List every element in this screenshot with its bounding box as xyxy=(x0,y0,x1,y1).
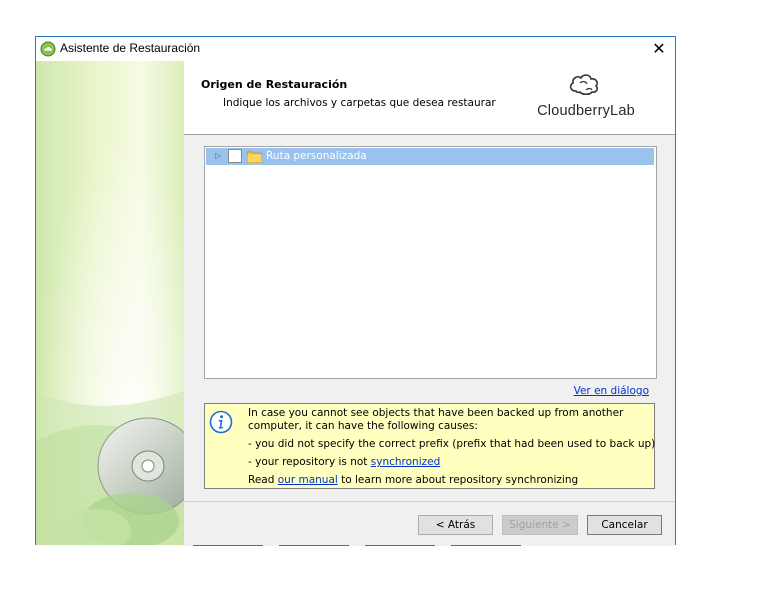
disc-illustration xyxy=(36,61,184,545)
expand-arrow-icon[interactable]: ▷ xyxy=(215,151,225,161)
wizard-sidebar-graphic xyxy=(36,61,184,545)
restore-source-tree[interactable]: ▷ Ruta personalizada xyxy=(204,146,657,379)
info-line-5-prefix: Read xyxy=(248,474,278,486)
wizard-footer: < Atrás Siguiente > Cancelar xyxy=(184,501,675,546)
info-line-2: computer, it can have the following caus… xyxy=(248,420,478,432)
page-title: Origen de Restauración xyxy=(201,78,348,91)
view-in-dialog-link[interactable]: Ver en diálogo xyxy=(574,385,649,397)
info-panel: In case you cannot see objects that have… xyxy=(204,403,655,489)
back-button[interactable]: < Atrás xyxy=(418,515,493,535)
info-line-4: - your repository is not synchronized xyxy=(248,456,440,468)
close-button[interactable]: ✕ xyxy=(643,37,675,61)
app-cloud-icon xyxy=(40,41,56,57)
restore-wizard-window: Asistente de Restauración ✕ Origen de Re… xyxy=(35,36,676,546)
taskbar-hint-4 xyxy=(451,545,521,546)
taskbar-hint-3 xyxy=(365,545,435,546)
info-icon xyxy=(209,410,233,434)
cloudberry-logo: CloudberryLab xyxy=(536,69,636,129)
tree-item-custom-path[interactable]: ▷ Ruta personalizada xyxy=(206,148,654,165)
info-line-1: In case you cannot see objects that have… xyxy=(248,407,624,419)
info-line-5-suffix: to learn more about repository synchroni… xyxy=(337,474,579,486)
logo-wordmark: CloudberryLab xyxy=(537,103,635,119)
taskbar-hint-1 xyxy=(193,545,263,546)
cancel-button[interactable]: Cancelar xyxy=(587,515,662,535)
taskbar-hint-2 xyxy=(279,545,349,546)
info-line-4-text: - your repository is not xyxy=(248,456,371,468)
next-button[interactable]: Siguiente > xyxy=(502,515,578,535)
info-line-5: Read our manual to learn more about repo… xyxy=(248,474,578,486)
wizard-header: Origen de Restauración Indique los archi… xyxy=(184,61,675,135)
close-icon: ✕ xyxy=(652,39,666,58)
tree-item-checkbox[interactable] xyxy=(228,149,242,163)
tree-item-label: Ruta personalizada xyxy=(266,150,367,162)
synchronized-link[interactable]: synchronized xyxy=(371,456,441,468)
page-subtitle: Indique los archivos y carpetas que dese… xyxy=(223,97,496,109)
cloudberry-logo-icon xyxy=(569,74,599,96)
folder-icon xyxy=(247,151,262,163)
title-bar: Asistente de Restauración ✕ xyxy=(36,37,675,61)
info-line-3: - you did not specify the correct prefix… xyxy=(248,438,656,450)
wizard-content: ▷ Ruta personalizada Ver en diálogo In c… xyxy=(184,135,675,501)
window-title: Asistente de Restauración xyxy=(60,41,201,55)
our-manual-link[interactable]: our manual xyxy=(278,474,338,486)
